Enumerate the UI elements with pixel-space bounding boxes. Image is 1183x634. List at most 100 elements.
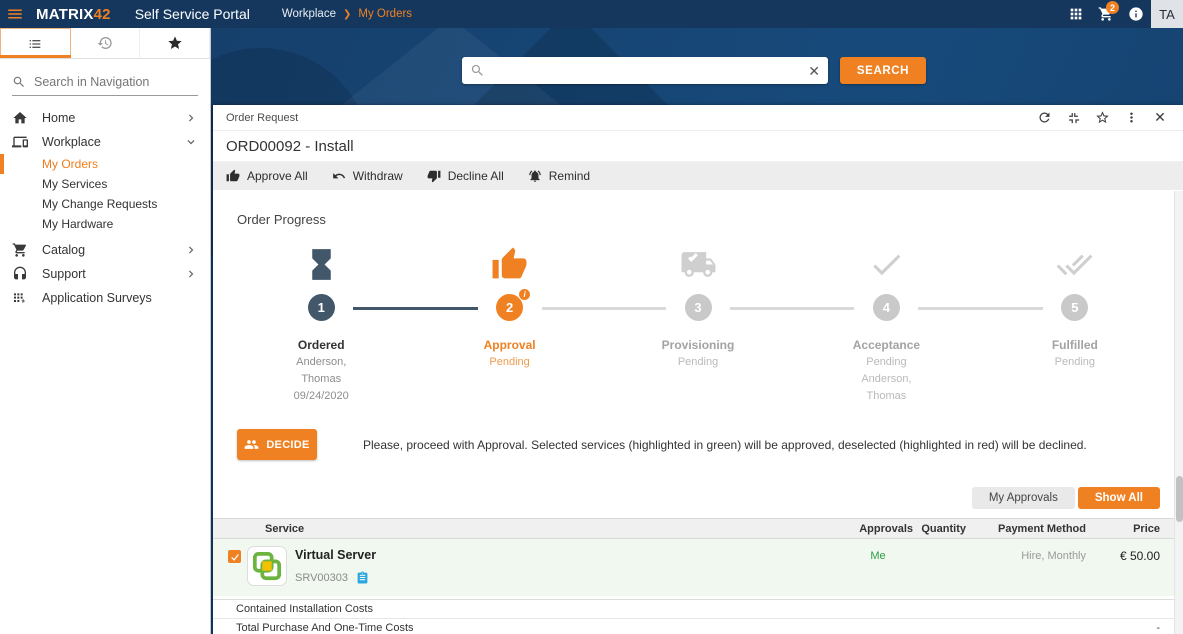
quantity-value	[913, 546, 966, 586]
payment-method-value: Hire, Monthly	[966, 550, 1086, 586]
sidebar-item-my-orders[interactable]: My Orders	[0, 154, 210, 174]
user-avatar[interactable]: TA	[1151, 0, 1183, 28]
scrollbar-thumb[interactable]	[1176, 476, 1183, 522]
thumb-up-icon	[226, 169, 240, 183]
progress-step-fulfilled: 5 Fulfilled Pending	[981, 243, 1169, 403]
approve-all-button[interactable]: Approve All	[226, 169, 308, 183]
decide-button[interactable]: DECIDE	[237, 429, 317, 460]
sidebar-nav: Home Workplace My Orders My Services My …	[0, 106, 210, 310]
tab-navigation-list[interactable]	[0, 28, 71, 58]
search-icon	[470, 63, 485, 78]
clipboard-icon[interactable]	[356, 571, 369, 584]
app-title: Self Service Portal	[135, 6, 250, 22]
sidebar-item-application-surveys[interactable]: Application Surveys	[0, 286, 210, 310]
undo-icon	[332, 169, 346, 183]
withdraw-button[interactable]: Withdraw	[332, 169, 403, 183]
chevron-down-icon	[184, 135, 198, 149]
apps-grid-icon[interactable]	[1061, 0, 1091, 28]
summary-row-installation: Contained Installation Costs	[213, 599, 1183, 618]
sidebar-tabs	[0, 28, 210, 59]
approvals-filter: My Approvals Show All	[236, 487, 1160, 509]
approvals-value: Me	[843, 550, 913, 586]
hamburger-menu-icon[interactable]	[0, 0, 30, 28]
breadcrumb-chevron-icon: ❯	[343, 9, 351, 20]
order-request-panel: Order Request ✕ ORD00092 - Install Appro…	[213, 105, 1183, 634]
approval-instructions: Please, proceed with Approval. Selected …	[363, 438, 1087, 452]
kebab-menu-icon[interactable]	[1121, 108, 1141, 128]
thumb-down-icon	[427, 169, 441, 183]
matrix42-logo[interactable]: MATRIX42	[36, 6, 111, 23]
order-content: Order Progress 1 Ordered Anderson, Thoma…	[213, 191, 1183, 634]
sidebar-search-placeholder: Search in Navigation	[34, 75, 149, 89]
order-action-toolbar: Approve All Withdraw Decline All Remind	[213, 162, 1183, 190]
workplace-icon	[12, 134, 28, 150]
headset-icon	[12, 266, 28, 282]
breadcrumb-my-orders[interactable]: My Orders	[358, 8, 412, 20]
sidebar-item-my-services[interactable]: My Services	[0, 174, 210, 194]
progress-step-ordered: 1 Ordered Anderson, Thomas 09/24/2020	[227, 243, 415, 403]
breadcrumb-workplace[interactable]: Workplace	[282, 8, 336, 20]
double-check-icon	[1056, 243, 1093, 283]
logo-42: 42	[94, 6, 111, 23]
home-icon	[12, 110, 28, 126]
col-price: Price	[1086, 523, 1160, 535]
main-area: ✕ SEARCH Order Request ✕ ORD00092 - Inst…	[211, 28, 1183, 634]
price-value: € 50.00	[1086, 549, 1160, 586]
col-approvals: Approvals	[843, 523, 913, 535]
check-icon	[868, 243, 905, 283]
my-approvals-button[interactable]: My Approvals	[972, 487, 1075, 509]
cart-badge: 2	[1106, 1, 1119, 14]
top-header: MATRIX42 Self Service Portal Workplace ❯…	[0, 0, 1183, 28]
progress-step-acceptance: 4 Acceptance Pending Anderson, Thomas	[792, 243, 980, 403]
info-badge: i	[518, 288, 531, 301]
logo-text: MATRIX	[36, 6, 94, 23]
sidebar-item-my-hardware[interactable]: My Hardware	[0, 214, 210, 234]
collapse-panel-icon[interactable]	[1063, 108, 1083, 128]
search-button[interactable]: SEARCH	[840, 57, 926, 84]
info-icon[interactable]	[1121, 0, 1151, 28]
tab-favorites[interactable]	[140, 28, 210, 58]
sidebar-item-home[interactable]: Home	[0, 106, 210, 130]
clear-search-icon[interactable]: ✕	[808, 64, 820, 78]
sidebar-search-input[interactable]: Search in Navigation	[12, 75, 198, 96]
search-icon	[12, 75, 26, 89]
global-search-box: ✕	[462, 57, 828, 84]
summary-row-one-time: Total Purchase And One-Time Costs -	[213, 618, 1183, 634]
history-icon	[97, 35, 113, 51]
breadcrumb: Workplace ❯ My Orders	[282, 8, 412, 20]
sidebar-item-support[interactable]: Support	[0, 262, 210, 286]
decline-all-button[interactable]: Decline All	[427, 169, 504, 183]
remind-button[interactable]: Remind	[528, 169, 590, 183]
navigation-sidebar: Search in Navigation Home Workplace My O…	[0, 28, 211, 634]
sidebar-item-catalog[interactable]: Catalog	[0, 238, 210, 262]
cart-icon[interactable]: 2	[1091, 0, 1121, 28]
app-root: MATRIX42 Self Service Portal Workplace ❯…	[0, 0, 1183, 634]
table-header-row: Service Approvals Quantity Payment Metho…	[213, 518, 1183, 539]
col-service: Service	[213, 523, 843, 535]
sidebar-item-my-change-requests[interactable]: My Change Requests	[0, 194, 210, 214]
chevron-right-icon	[184, 243, 198, 257]
show-all-button[interactable]: Show All	[1078, 487, 1160, 509]
refresh-icon[interactable]	[1034, 108, 1054, 128]
tab-history[interactable]	[71, 28, 141, 58]
close-panel-icon[interactable]: ✕	[1150, 108, 1170, 128]
panel-title: Order Request	[226, 112, 298, 124]
order-progress-stepper: 1 Ordered Anderson, Thomas 09/24/2020 2i…	[227, 243, 1169, 403]
sidebar-item-workplace[interactable]: Workplace	[0, 130, 210, 154]
global-search-input[interactable]	[491, 64, 802, 78]
service-id: SRV00303	[295, 572, 348, 584]
surveys-grid-icon	[12, 290, 28, 306]
star-icon	[167, 35, 183, 51]
decide-row: DECIDE Please, proceed with Approval. Se…	[237, 429, 1159, 460]
vertical-scrollbar[interactable]	[1174, 191, 1183, 634]
favorite-star-icon[interactable]	[1092, 108, 1112, 128]
col-payment-method: Payment Method	[966, 523, 1086, 535]
order-progress-title: Order Progress	[237, 212, 1183, 227]
service-name[interactable]: Virtual Server	[295, 548, 376, 562]
table-row[interactable]: Virtual Server SRV00303 Me Hire, Monthly…	[213, 539, 1183, 596]
bell-icon	[528, 169, 542, 183]
chevron-right-icon	[184, 111, 198, 125]
order-title: ORD00092 - Install	[213, 131, 1183, 162]
col-quantity: Quantity	[913, 523, 966, 535]
service-checkbox[interactable]	[228, 550, 241, 563]
